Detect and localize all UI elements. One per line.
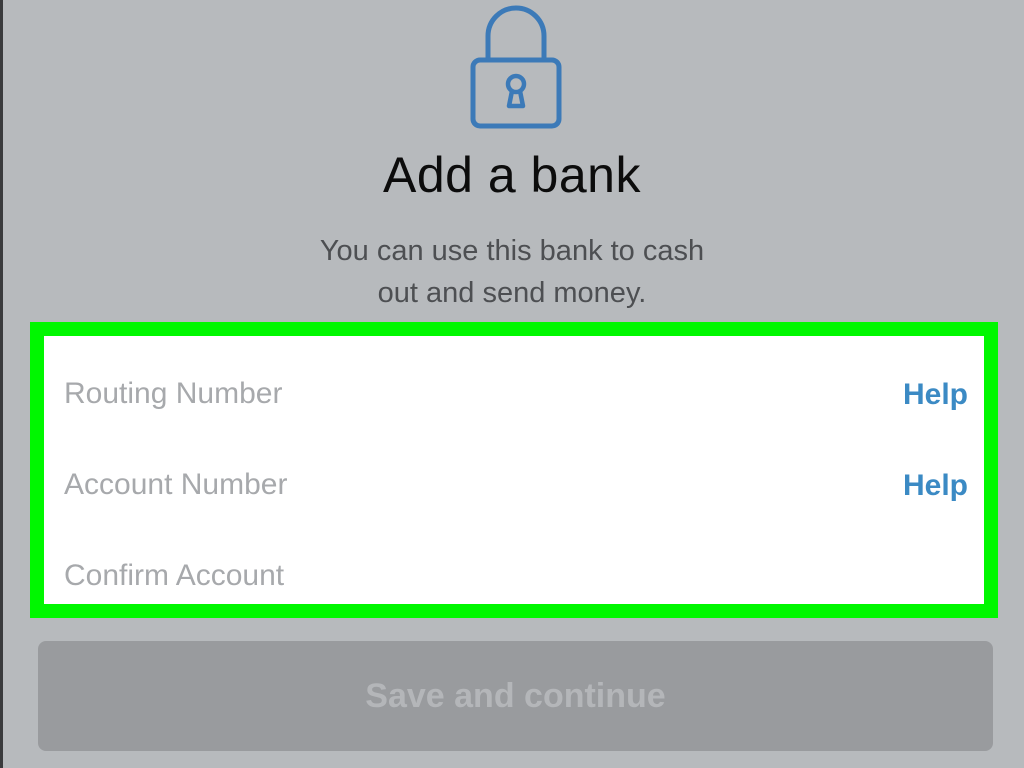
left-edge-divider: [0, 0, 3, 768]
page-subtitle: You can use this bank to cash out and se…: [262, 230, 762, 314]
page-title: Add a bank: [383, 147, 641, 203]
routing-number-input[interactable]: [64, 364, 824, 424]
save-and-continue-button[interactable]: Save and continue: [38, 641, 993, 751]
routing-number-row: Help: [44, 364, 984, 424]
confirm-account-input[interactable]: [64, 546, 824, 606]
account-number-row: Help: [44, 455, 984, 515]
subtitle-line-1: You can use this bank to cash: [319, 235, 705, 267]
account-help-link[interactable]: Help: [903, 469, 968, 503]
account-number-input[interactable]: [64, 455, 824, 515]
confirm-account-row: [44, 546, 984, 606]
lock-icon: [470, 5, 562, 129]
subtitle-line-2: out and send money.: [377, 277, 647, 309]
bank-details-form: Help Help: [30, 322, 998, 618]
routing-help-link[interactable]: Help: [903, 378, 968, 412]
